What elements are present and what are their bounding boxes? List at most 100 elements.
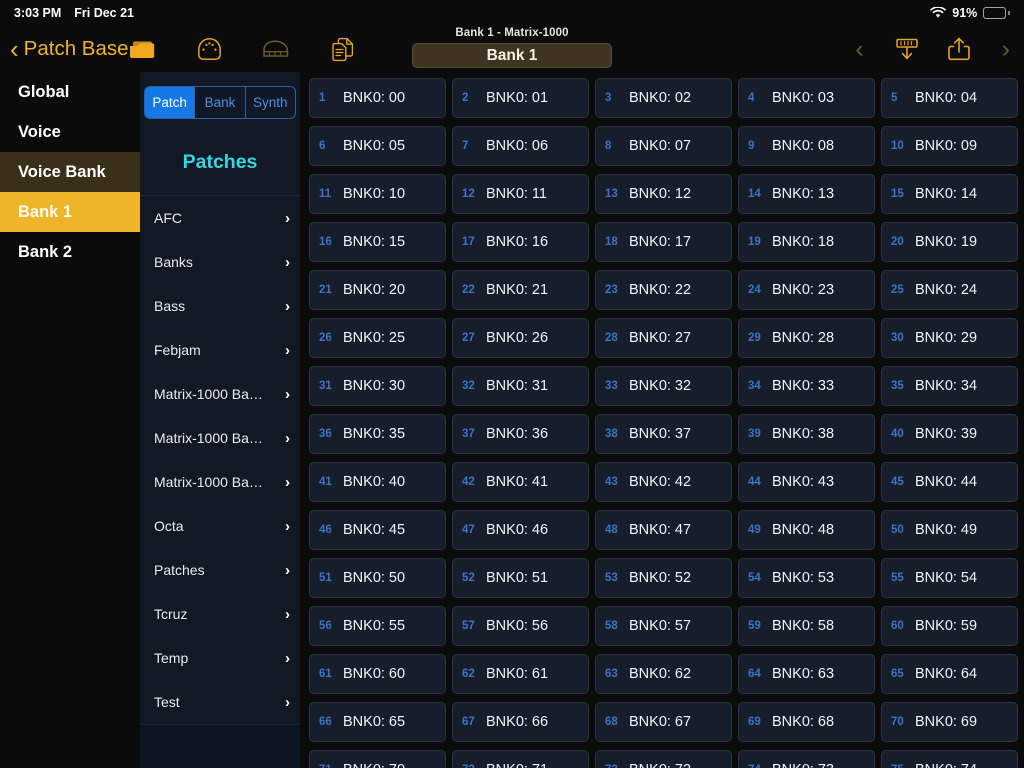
sidebar-item-voice[interactable]: Voice: [0, 112, 140, 152]
patch-cell[interactable]: 75 BNK0: 74: [881, 750, 1018, 768]
patch-cell[interactable]: 62 BNK0: 61: [452, 654, 589, 694]
patch-library-item[interactable]: Temp ›: [140, 636, 300, 680]
patch-cell[interactable]: 69 BNK0: 68: [738, 702, 875, 742]
patch-cell[interactable]: 11 BNK0: 10: [309, 174, 446, 214]
patch-cell[interactable]: 73 BNK0: 72: [595, 750, 732, 768]
patch-cell[interactable]: 6 BNK0: 05: [309, 126, 446, 166]
patch-cell[interactable]: 2 BNK0: 01: [452, 78, 589, 118]
share-export-icon[interactable]: [944, 34, 974, 64]
patch-cell[interactable]: 12 BNK0: 11: [452, 174, 589, 214]
patch-cell[interactable]: 16 BNK0: 15: [309, 222, 446, 262]
next-bank-button[interactable]: ›: [996, 36, 1016, 62]
folder-icon[interactable]: [128, 35, 156, 63]
patch-cell[interactable]: 71 BNK0: 70: [309, 750, 446, 768]
patch-cell[interactable]: 31 BNK0: 30: [309, 366, 446, 406]
patch-cell[interactable]: 63 BNK0: 62: [595, 654, 732, 694]
patch-cell[interactable]: 45 BNK0: 44: [881, 462, 1018, 502]
patch-cell[interactable]: 72 BNK0: 71: [452, 750, 589, 768]
sidebar-item-voice-bank[interactable]: Voice Bank: [0, 152, 140, 192]
view-mode-segmented-control[interactable]: Patch Bank Synth: [144, 86, 296, 119]
patch-cell[interactable]: 8 BNK0: 07: [595, 126, 732, 166]
bank-selector-button[interactable]: Bank 1: [412, 43, 612, 68]
patch-cell[interactable]: 56 BNK0: 55: [309, 606, 446, 646]
patch-cell[interactable]: 27 BNK0: 26: [452, 318, 589, 358]
patch-cell[interactable]: 23 BNK0: 22: [595, 270, 732, 310]
piano-icon[interactable]: [262, 35, 290, 63]
patch-library-item[interactable]: Banks ›: [140, 240, 300, 284]
patch-cell[interactable]: 26 BNK0: 25: [309, 318, 446, 358]
patch-library-item[interactable]: AFC ›: [140, 196, 300, 240]
patch-cell[interactable]: 57 BNK0: 56: [452, 606, 589, 646]
patch-library-item[interactable]: Matrix-1000 Ba… ›: [140, 416, 300, 460]
patch-library-item[interactable]: Matrix-1000 Ba… ›: [140, 460, 300, 504]
patch-cell[interactable]: 5 BNK0: 04: [881, 78, 1018, 118]
patch-cell[interactable]: 25 BNK0: 24: [881, 270, 1018, 310]
patch-cell[interactable]: 36 BNK0: 35: [309, 414, 446, 454]
patch-library-item[interactable]: Patches ›: [140, 548, 300, 592]
midi-din-icon[interactable]: [195, 35, 223, 63]
patch-cell[interactable]: 18 BNK0: 17: [595, 222, 732, 262]
patch-cell[interactable]: 28 BNK0: 27: [595, 318, 732, 358]
patch-cell[interactable]: 10 BNK0: 09: [881, 126, 1018, 166]
patch-cell[interactable]: 48 BNK0: 47: [595, 510, 732, 550]
sidebar-item-global[interactable]: Global: [0, 72, 140, 112]
patch-cell[interactable]: 70 BNK0: 69: [881, 702, 1018, 742]
patch-cell[interactable]: 55 BNK0: 54: [881, 558, 1018, 598]
back-button[interactable]: ‹ Patch Base: [10, 26, 129, 72]
patch-cell[interactable]: 54 BNK0: 53: [738, 558, 875, 598]
patch-cell[interactable]: 59 BNK0: 58: [738, 606, 875, 646]
patch-cell[interactable]: 68 BNK0: 67: [595, 702, 732, 742]
patch-cell[interactable]: 20 BNK0: 19: [881, 222, 1018, 262]
patch-cell[interactable]: 3 BNK0: 02: [595, 78, 732, 118]
patch-cell[interactable]: 9 BNK0: 08: [738, 126, 875, 166]
patch-library-item-partial[interactable]: [140, 724, 300, 768]
patch-cell[interactable]: 49 BNK0: 48: [738, 510, 875, 550]
patch-library-item[interactable]: Bass ›: [140, 284, 300, 328]
patch-cell[interactable]: 13 BNK0: 12: [595, 174, 732, 214]
patch-cell[interactable]: 37 BNK0: 36: [452, 414, 589, 454]
patch-cell[interactable]: 17 BNK0: 16: [452, 222, 589, 262]
patch-cell[interactable]: 51 BNK0: 50: [309, 558, 446, 598]
patch-cell[interactable]: 65 BNK0: 64: [881, 654, 1018, 694]
segment-bank[interactable]: Bank: [195, 87, 246, 118]
patch-cell[interactable]: 44 BNK0: 43: [738, 462, 875, 502]
patch-cell[interactable]: 42 BNK0: 41: [452, 462, 589, 502]
patch-cell[interactable]: 53 BNK0: 52: [595, 558, 732, 598]
patch-cell[interactable]: 39 BNK0: 38: [738, 414, 875, 454]
patch-cell[interactable]: 41 BNK0: 40: [309, 462, 446, 502]
patch-cell[interactable]: 52 BNK0: 51: [452, 558, 589, 598]
patch-cell[interactable]: 24 BNK0: 23: [738, 270, 875, 310]
patch-cell[interactable]: 35 BNK0: 34: [881, 366, 1018, 406]
patch-library-item[interactable]: Matrix-1000 Ba… ›: [140, 372, 300, 416]
patch-cell[interactable]: 46 BNK0: 45: [309, 510, 446, 550]
patch-library-item[interactable]: Tcruz ›: [140, 592, 300, 636]
patch-cell[interactable]: 1 BNK0: 00: [309, 78, 446, 118]
download-to-synth-icon[interactable]: [892, 34, 922, 64]
patch-library-item[interactable]: Test ›: [140, 680, 300, 724]
patch-cell[interactable]: 34 BNK0: 33: [738, 366, 875, 406]
patch-cell[interactable]: 43 BNK0: 42: [595, 462, 732, 502]
patch-cell[interactable]: 40 BNK0: 39: [881, 414, 1018, 454]
patch-cell[interactable]: 64 BNK0: 63: [738, 654, 875, 694]
patch-cell[interactable]: 74 BNK0: 73: [738, 750, 875, 768]
patch-library-item[interactable]: Octa ›: [140, 504, 300, 548]
patch-cell[interactable]: 30 BNK0: 29: [881, 318, 1018, 358]
patch-library-item[interactable]: Febjam ›: [140, 328, 300, 372]
patch-cell[interactable]: 60 BNK0: 59: [881, 606, 1018, 646]
prev-bank-button[interactable]: ‹: [849, 36, 869, 62]
patch-cell[interactable]: 50 BNK0: 49: [881, 510, 1018, 550]
sidebar-item-bank-1[interactable]: Bank 1: [0, 192, 140, 232]
patch-cell[interactable]: 38 BNK0: 37: [595, 414, 732, 454]
patch-cell[interactable]: 7 BNK0: 06: [452, 126, 589, 166]
segment-patch[interactable]: Patch: [145, 87, 196, 118]
patch-cell[interactable]: 67 BNK0: 66: [452, 702, 589, 742]
patch-cell[interactable]: 15 BNK0: 14: [881, 174, 1018, 214]
patch-cell[interactable]: 66 BNK0: 65: [309, 702, 446, 742]
patch-cell[interactable]: 33 BNK0: 32: [595, 366, 732, 406]
patch-cell[interactable]: 61 BNK0: 60: [309, 654, 446, 694]
patch-cell[interactable]: 21 BNK0: 20: [309, 270, 446, 310]
patch-cell[interactable]: 29 BNK0: 28: [738, 318, 875, 358]
document-copy-icon[interactable]: [329, 35, 357, 63]
patch-cell[interactable]: 19 BNK0: 18: [738, 222, 875, 262]
segment-synth[interactable]: Synth: [246, 87, 295, 118]
